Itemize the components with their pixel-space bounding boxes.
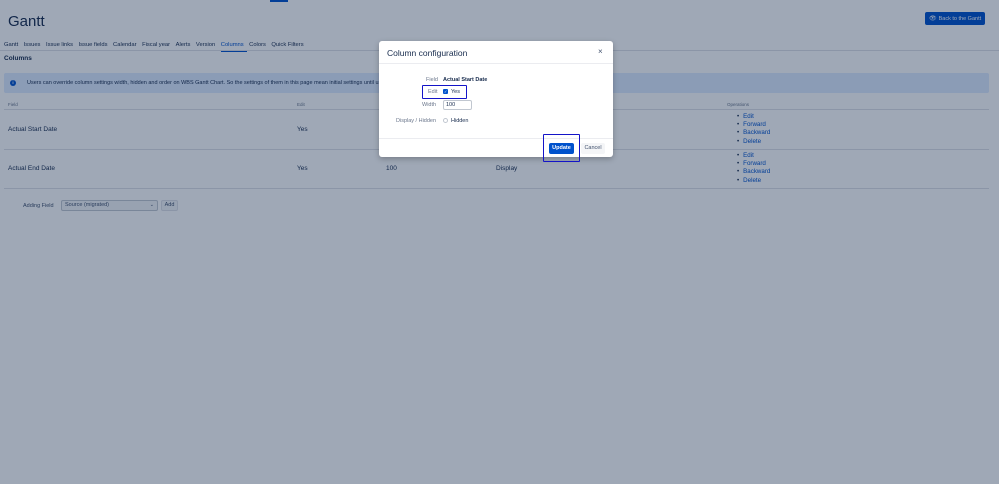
update-highlight-box	[543, 134, 580, 162]
display-hidden-label: Display / Hidden	[396, 118, 437, 124]
width-input[interactable]: 100	[443, 100, 472, 110]
dialog-title: Column configuration	[387, 48, 468, 58]
field-value: Actual Start Date	[443, 77, 488, 83]
hidden-radio[interactable]	[443, 118, 448, 123]
cancel-button[interactable]: Cancel	[581, 143, 605, 154]
close-icon[interactable]: ×	[598, 47, 603, 56]
dialog-header-divider	[379, 63, 613, 64]
edit-highlight-box	[422, 85, 467, 99]
hidden-option-label: Hidden	[451, 118, 469, 124]
field-label: Field	[426, 77, 438, 83]
width-label: Width	[422, 102, 437, 108]
